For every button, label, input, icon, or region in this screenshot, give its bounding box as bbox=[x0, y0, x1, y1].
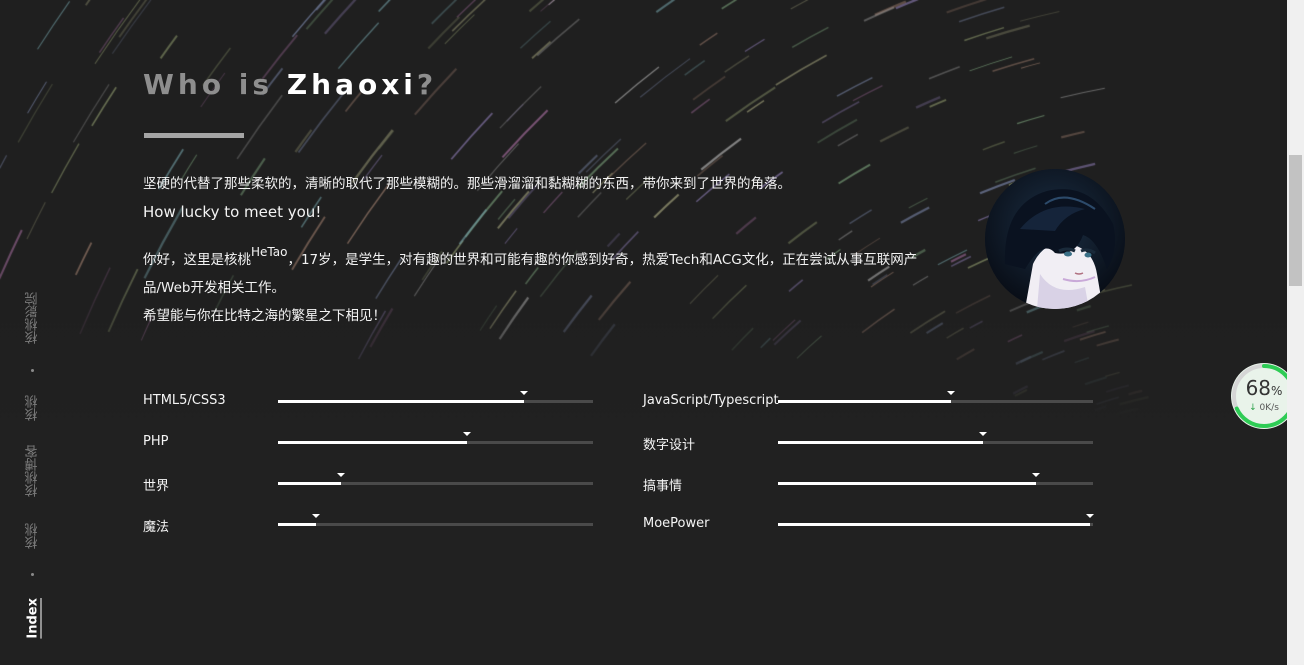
title-name: Zhaoxi bbox=[286, 68, 417, 101]
skill-marker-icon bbox=[978, 432, 987, 436]
intro-line-last: 希望能与你在比特之海的繁星之下相见！ bbox=[143, 308, 386, 324]
skill-row: 世界 bbox=[143, 473, 593, 494]
skill-track bbox=[278, 391, 593, 403]
skill-marker-icon bbox=[337, 473, 345, 477]
skill-fill bbox=[278, 400, 524, 403]
nav-item-hetao-2[interactable]: 核桃 bbox=[24, 523, 43, 549]
title-question-mark: ? bbox=[416, 68, 438, 101]
skill-name: 搞事情 bbox=[643, 479, 683, 494]
skill-name: 魔法 bbox=[143, 520, 170, 535]
page-scrollbar[interactable] bbox=[1287, 0, 1304, 665]
skill-row: JavaScript/Typescript bbox=[643, 391, 1093, 411]
skill-row: HTML5/CSS3 bbox=[143, 391, 593, 411]
intro-paragraph: 你好，这里是核桃HeTao，17岁，是学生，对有趣的世界和可能有趣的你感到好奇，… bbox=[143, 246, 938, 302]
skill-fill bbox=[778, 400, 952, 403]
skill-track bbox=[778, 391, 1093, 403]
nav-item-hetao[interactable]: 核桃 bbox=[24, 395, 43, 421]
skill-track bbox=[778, 473, 1093, 485]
intro-para-prefix: 你好，这里是核桃 bbox=[143, 252, 251, 268]
skill-track bbox=[778, 432, 1093, 444]
avatar bbox=[985, 169, 1125, 309]
skill-track bbox=[278, 432, 593, 444]
skill-row: 数字设计 bbox=[643, 432, 1093, 453]
skill-marker-icon bbox=[463, 432, 471, 436]
nav-item-index[interactable]: Index bbox=[26, 598, 41, 639]
scrollbar-thumb[interactable] bbox=[1289, 155, 1302, 286]
skill-fill bbox=[778, 482, 1037, 485]
intro-text: 坚硬的代替了那些柔软的，清晰的取代了那些模糊的。那些滑溜溜和黏糊糊的东西，带你来… bbox=[143, 170, 943, 330]
skill-row: PHP bbox=[143, 432, 593, 452]
intro-line-2: How lucky to meet you! bbox=[143, 203, 322, 221]
skill-track bbox=[778, 514, 1094, 526]
skill-name: 世界 bbox=[143, 479, 170, 494]
title-underline bbox=[144, 133, 244, 138]
skill-marker-icon bbox=[311, 514, 320, 518]
skill-fill bbox=[278, 441, 467, 444]
skill-row: 搞事情 bbox=[643, 473, 1093, 494]
skill-row: 魔法 bbox=[143, 514, 593, 535]
nav-separator-dot bbox=[31, 573, 34, 576]
skill-name: 数字设计 bbox=[643, 438, 696, 453]
skill-fill bbox=[778, 523, 1090, 526]
nav-separator-dot bbox=[31, 369, 34, 372]
skill-name: JavaScript/Typescript bbox=[643, 393, 779, 408]
title-prefix: Who is bbox=[143, 68, 287, 101]
skill-track bbox=[278, 514, 593, 526]
page-title: Who is Zhaoxi? bbox=[143, 66, 437, 104]
intro-para-superscript: HeTao bbox=[251, 245, 288, 259]
skill-row: MoePower bbox=[643, 514, 1094, 534]
skill-marker-icon bbox=[947, 391, 956, 395]
skill-marker-icon bbox=[519, 391, 528, 395]
nav-item-blog[interactable]: 核桃博客 bbox=[24, 445, 43, 497]
skill-fill bbox=[778, 441, 983, 444]
side-nav: 核桃影院 核桃 核桃博客 核桃 Index bbox=[20, 280, 46, 650]
skill-marker-icon bbox=[1032, 473, 1041, 477]
skill-fill bbox=[278, 482, 341, 485]
nav-item-cinema[interactable]: 核桃影院 bbox=[24, 292, 43, 344]
page-root: 核桃影院 核桃 核桃博客 核桃 Index Who is Zhaoxi? 坚硬的… bbox=[0, 0, 1304, 665]
skill-name: PHP bbox=[143, 434, 169, 449]
download-arrow-icon: ↓ bbox=[1249, 403, 1257, 413]
skill-name: HTML5/CSS3 bbox=[143, 393, 226, 408]
intro-line-1: 坚硬的代替了那些柔软的，清晰的取代了那些模糊的。那些滑溜溜和黏糊糊的东西，带你来… bbox=[143, 176, 791, 192]
skill-track bbox=[278, 473, 593, 485]
skill-name: MoePower bbox=[643, 516, 710, 531]
skill-fill bbox=[278, 523, 316, 526]
skill-marker-icon bbox=[1085, 514, 1094, 518]
